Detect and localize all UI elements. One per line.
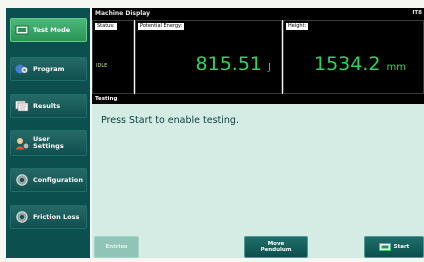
status-message: Press Start to enable testing. [101, 115, 239, 126]
test-mode-icon [15, 25, 29, 36]
page-title: Machine Display [95, 10, 151, 17]
sidebar: Test Mode Program Results User Settings C [6, 8, 90, 258]
sidebar-item-results[interactable]: Results [10, 94, 87, 118]
height-readout: 1534.2 mm [314, 53, 406, 75]
program-icon [15, 64, 29, 75]
sidebar-item-label: Test Mode [33, 25, 71, 34]
title-bar-right-text: IT8 [412, 10, 422, 16]
sidebar-item-user-settings[interactable]: User Settings [10, 130, 87, 156]
status-panel-title: Status: [95, 23, 117, 30]
move-pendulum-label: Move Pendulum [260, 240, 292, 254]
potential-energy-value: 815.51 [195, 53, 262, 75]
potential-energy-title: Potential Energy: [138, 23, 185, 30]
entries-button[interactable]: Entries [94, 236, 139, 258]
sidebar-item-label: Friction Loss [33, 212, 80, 221]
title-bar: Machine Display IT8 [92, 8, 424, 20]
sidebar-item-label: Program [33, 64, 65, 73]
configuration-icon [15, 174, 29, 186]
height-title: Height: [286, 23, 309, 30]
height-panel: Height: 1534.2 mm [283, 20, 424, 94]
start-icon [378, 243, 391, 251]
app-window: Test Mode Program Results User Settings C [0, 0, 424, 262]
move-pendulum-button[interactable]: Move Pendulum [244, 236, 308, 258]
status-panel: Status: IDLE [92, 20, 134, 94]
testing-content: Press Start to enable testing. [92, 104, 424, 228]
section-header: Testing [92, 94, 424, 104]
sidebar-item-label: Configuration [33, 175, 83, 184]
main-area: Machine Display IT8 Status: IDLE Potenti… [92, 8, 424, 258]
sidebar-item-configuration[interactable]: Configuration [10, 168, 87, 192]
sidebar-item-label: Results [33, 101, 61, 110]
sidebar-item-test-mode[interactable]: Test Mode [10, 18, 87, 42]
sidebar-item-friction-loss[interactable]: Friction Loss [10, 205, 87, 229]
sidebar-item-program[interactable]: Program [10, 57, 87, 81]
sidebar-item-label: User Settings [33, 135, 64, 150]
friction-loss-icon [15, 211, 29, 223]
start-button[interactable]: Start [364, 236, 424, 258]
start-label: Start [393, 243, 410, 250]
status-value: IDLE [96, 63, 108, 69]
height-value: 1534.2 [314, 53, 381, 75]
potential-energy-panel: Potential Energy: 815.51 J [135, 20, 282, 94]
user-settings-icon [15, 137, 29, 149]
potential-energy-readout: 815.51 J [196, 53, 271, 75]
potential-energy-unit: J [268, 62, 271, 73]
height-unit: mm [386, 62, 407, 73]
footer-toolbar: Entries Move Pendulum Start [92, 228, 424, 258]
section-title: Testing [95, 95, 118, 102]
results-icon [15, 100, 29, 112]
